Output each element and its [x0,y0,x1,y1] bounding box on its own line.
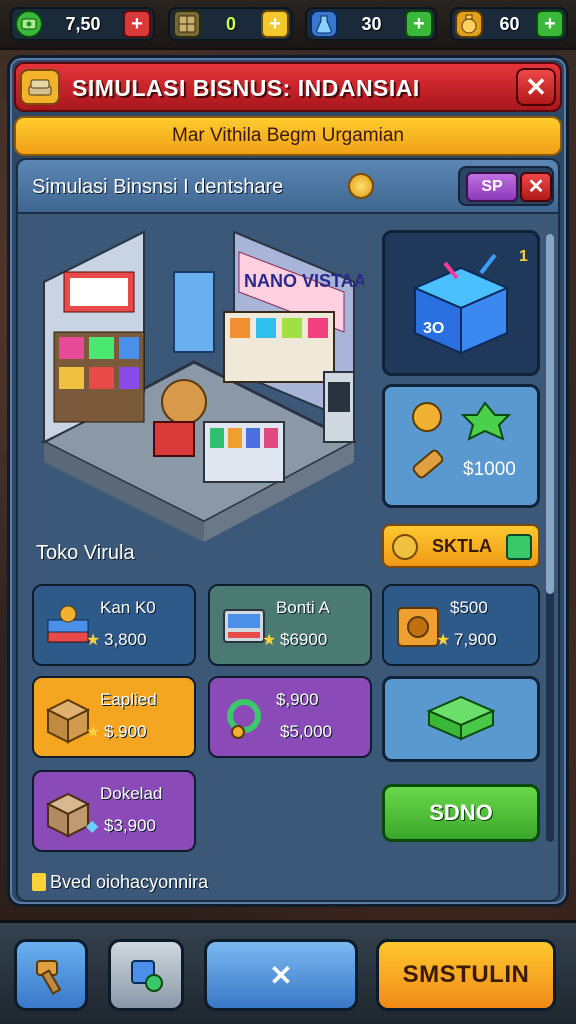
coin-icon [392,534,418,560]
goods-value: 0 [225,13,236,34]
store-sign: NANO VISTAAI [244,271,364,291]
item-card-1[interactable]: Kan K0 ★ 3,800 [32,584,196,666]
sp-controls: SP ✕ [458,166,554,206]
bundle-card[interactable]: $1000 [382,384,540,508]
potion-counter[interactable]: 30 + [305,7,437,41]
gold-bag-icon [455,10,483,38]
title-bar: SIMULASI BISNUS: INDANSIAI ✕ [14,62,562,112]
star-icon: ★ [262,632,277,649]
cash-counter[interactable]: 7,50 + [10,7,155,41]
add-potion-button[interactable]: + [405,10,433,38]
box-gear-icon [131,960,163,992]
mystery-box-card[interactable]: 3O 1 [382,230,540,376]
badge-icon [32,873,46,891]
sp-button[interactable]: SP [466,172,518,202]
cancel-button[interactable]: ✕ [204,939,358,1011]
diamond-icon: ◆ [86,818,99,835]
gold-counter[interactable]: 60 + [450,7,568,41]
item-card-2[interactable]: Bonti A ★ $6900 [208,584,372,666]
item-name: $,900 [276,690,319,709]
item-name: Dokelad [100,784,163,803]
cash-stack-icon [20,69,60,105]
sdno-button[interactable]: SDNO [382,784,540,842]
item-price: 3,800 [104,630,147,649]
add-goods-button[interactable]: + [261,10,289,38]
business-header: Simulasi Binsnsi I dentshare SP ✕ [18,160,558,214]
scrollbar[interactable] [546,234,554,842]
footer-note: Bved oiohacyonnira [32,872,208,893]
item-card-6[interactable]: Dokelad ◆ $3,900 [32,770,196,852]
item-name: $500 [450,598,488,617]
confirm-label: SMSTULIN [402,961,530,988]
cash-bundle-icon [426,695,496,741]
item-price: $.900 [104,722,147,741]
store-name: Toko Virula [36,542,135,564]
window-title: SIMULASI BISNUS: INDANSIAI [72,75,420,101]
build-button[interactable] [14,939,88,1011]
item-price: 7,900 [454,630,497,649]
gold-value: 60 [499,13,520,34]
store-illustration[interactable]: NANO VISTAAI [34,222,372,542]
star-icon: ★ [86,632,101,649]
star-icon: ★ [86,724,101,741]
skala-label: SKTLA [432,536,492,556]
goods-counter[interactable]: 0 + [168,7,293,41]
business-panel: Simulasi Binsnsi I dentshare SP ✕ NANO V… [16,158,560,902]
goods-icon [173,10,201,38]
cash-bundle-card[interactable] [382,676,540,762]
scroll-thumb[interactable] [546,234,554,594]
item-card-3[interactable]: $500 ★ 7,900 [382,584,540,666]
item-price: $5,000 [280,722,332,741]
coin-icon [348,173,374,199]
box-label: 3O [423,320,444,337]
skala-button[interactable]: SKTLA [382,524,540,568]
confirm-button[interactable]: SMSTULIN [376,939,556,1011]
ring-icon [227,699,261,739]
box-count: 1 [519,248,528,265]
bundle-icons: $1000 [412,401,516,480]
potion-icon [310,10,338,38]
main-panel: SIMULASI BISNUS: INDANSIAI ✕ Mar Vithila… [7,55,569,907]
close-button[interactable]: ✕ [516,68,556,106]
cash-icon [15,10,43,38]
item-card-4[interactable]: Eaplied ★ $.900 [32,676,196,758]
item-name: Eaplied [100,690,157,709]
green-square-icon [506,534,532,560]
add-cash-button[interactable]: + [123,10,151,38]
inventory-button[interactable] [108,939,184,1011]
item-price: $3,900 [104,816,156,835]
item-name: Kan K0 [100,598,156,617]
resource-bar: 7,50 + 0 + 30 + 60 + [0,0,576,50]
item-price: $6900 [280,630,328,649]
potion-value: 30 [361,13,382,34]
star-icon: ★ [436,632,451,649]
business-close-button[interactable]: ✕ [520,172,552,202]
cash-value: 7,50 [65,13,101,34]
bottom-toolbar: ✕ SMSTULIN [0,920,576,1024]
add-gold-button[interactable]: + [536,10,564,38]
business-title: Simulasi Binsnsi I dentshare [32,176,284,198]
item-card-5[interactable]: $,900 $5,000 [208,676,372,758]
bundle-price: $1000 [463,459,516,480]
item-name: Bonti A [276,598,330,617]
subtitle-banner: Mar Vithila Begm Urgamian [14,116,562,156]
hammer-icon [36,960,62,995]
footer-note-text: Bved oiohacyonnira [50,872,209,892]
gift-box-icon: 3O 1 [412,248,528,355]
